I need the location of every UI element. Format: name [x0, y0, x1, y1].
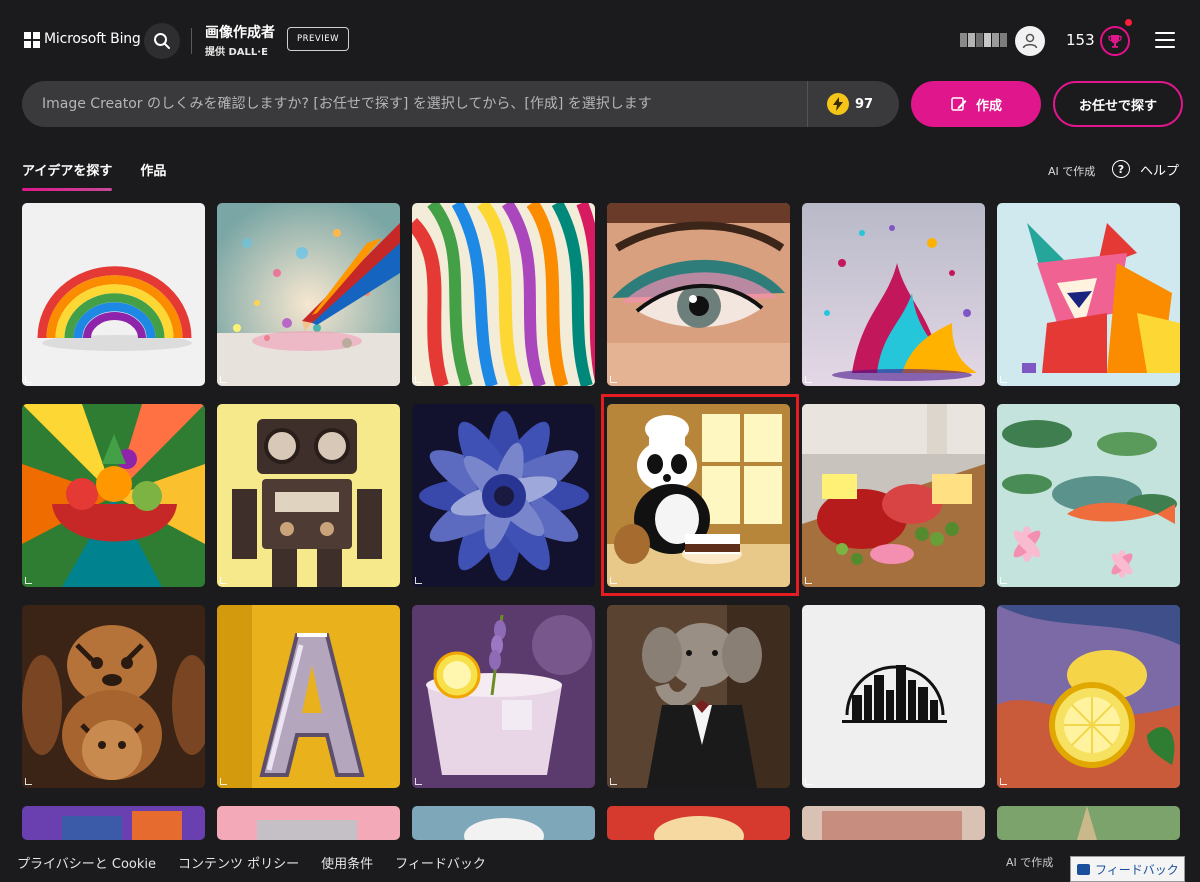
charcuterie-image — [802, 404, 985, 587]
tile-corner-icon — [220, 778, 227, 785]
footer-link-terms[interactable]: 使用条件 — [321, 853, 373, 872]
gallery-tile-paper-wolf[interactable] — [997, 203, 1180, 386]
tile-corner-icon — [25, 778, 32, 785]
tile-corner-icon — [1000, 577, 1007, 584]
gallery-tile-chrome-letter-a[interactable] — [217, 605, 400, 788]
tile-image — [412, 806, 595, 840]
footer-link-privacy[interactable]: プライバシーと Cookie — [17, 853, 156, 872]
tile-corner-icon — [1000, 778, 1007, 785]
rainbow-image — [22, 203, 205, 386]
gallery-tile-eye-makeup[interactable] — [607, 203, 790, 386]
image-gallery — [0, 0, 1200, 882]
fruit-bowl-image — [22, 404, 205, 587]
retro-robot-image — [217, 404, 400, 587]
gallery-tile-row4-2[interactable] — [217, 806, 400, 840]
tile-image — [22, 806, 205, 840]
gallery-tile-elephant-suit[interactable] — [607, 605, 790, 788]
gallery-tile-row4-6[interactable] — [997, 806, 1180, 840]
tile-corner-icon — [1000, 376, 1007, 383]
gallery-tile-retro-robot[interactable] — [217, 404, 400, 587]
gallery-tile-colorful-ribbons[interactable] — [412, 203, 595, 386]
gallery-tile-blue-dahlia[interactable] — [412, 404, 595, 587]
tile-corner-icon — [610, 577, 617, 584]
eye-makeup-image — [607, 203, 790, 386]
cocktail-image — [412, 605, 595, 788]
gallery-tile-lavender-cocktail[interactable] — [412, 605, 595, 788]
tile-corner-icon — [220, 577, 227, 584]
skyline-logo-image — [802, 605, 985, 788]
footer: プライバシーと Cookie コンテンツ ポリシー 使用条件 フィードバック A… — [0, 840, 1200, 882]
ribbons-image — [412, 203, 595, 386]
elephant-suit-image — [607, 605, 790, 788]
feedback-button-label: フィードバック — [1095, 862, 1179, 877]
gallery-tile-paint-splash[interactable] — [802, 203, 985, 386]
tile-corner-icon — [805, 376, 812, 383]
tile-image — [217, 806, 400, 840]
chat-bubble-icon — [1077, 863, 1090, 875]
gallery-tile-row4-3[interactable] — [412, 806, 595, 840]
tiger-figurines-image — [22, 605, 205, 788]
footer-ai-create-text: AI で作成 — [1006, 856, 1054, 869]
tile-corner-icon — [805, 577, 812, 584]
gallery-tile-row4-4[interactable] — [607, 806, 790, 840]
koi-pond-image — [997, 404, 1180, 587]
gallery-tile-koi-pond[interactable] — [997, 404, 1180, 587]
gallery-tile-charcuterie-board[interactable] — [802, 404, 985, 587]
tile-image — [997, 806, 1180, 840]
paper-wolf-image — [997, 203, 1180, 386]
gallery-tile-panda-chef[interactable] — [607, 404, 790, 587]
tile-corner-icon — [25, 376, 32, 383]
gallery-tile-city-skyline-logo[interactable] — [802, 605, 985, 788]
lemon-painting-image — [997, 605, 1180, 788]
footer-links: プライバシーと Cookie コンテンツ ポリシー 使用条件 フィードバック — [17, 853, 486, 872]
feedback-button[interactable]: フィードバック — [1070, 856, 1185, 882]
gallery-tile-fruit-bowl[interactable] — [22, 404, 205, 587]
gallery-tile-tiger-figurines[interactable] — [22, 605, 205, 788]
gallery-tile-rainbow-paper-art[interactable] — [22, 203, 205, 386]
dahlia-image — [412, 404, 595, 587]
tile-corner-icon — [610, 778, 617, 785]
tile-corner-icon — [415, 577, 422, 584]
tile-corner-icon — [415, 376, 422, 383]
tile-image — [802, 806, 985, 840]
tile-image — [607, 806, 790, 840]
tile-corner-icon — [610, 376, 617, 383]
gallery-tile-lemon-painting[interactable] — [997, 605, 1180, 788]
footer-link-feedback[interactable]: フィードバック — [395, 853, 486, 872]
tile-corner-icon — [25, 577, 32, 584]
gallery-tile-pencil-glitter[interactable] — [217, 203, 400, 386]
footer-link-content-policy[interactable]: コンテンツ ポリシー — [178, 853, 299, 872]
paint-splash-image — [802, 203, 985, 386]
pencil-glitter-image — [217, 203, 400, 386]
letter-a-image — [217, 605, 400, 788]
tile-corner-icon — [805, 778, 812, 785]
panda-chef-image — [607, 404, 790, 587]
tile-corner-icon — [220, 376, 227, 383]
gallery-tile-row4-1[interactable] — [22, 806, 205, 840]
gallery-tile-row4-5[interactable] — [802, 806, 985, 840]
tile-corner-icon — [415, 778, 422, 785]
